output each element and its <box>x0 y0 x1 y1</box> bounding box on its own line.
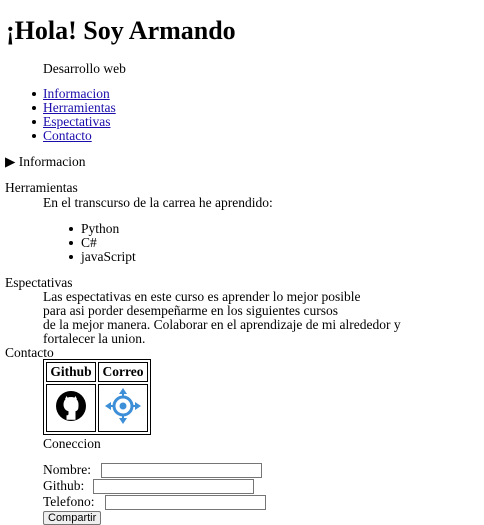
tool-item-csharp: C# <box>81 235 97 250</box>
details-summary-label: Informacion <box>18 154 86 169</box>
bullet <box>69 227 73 231</box>
nombre-input[interactable] <box>101 463 262 478</box>
tool-item-python: Python <box>81 221 120 236</box>
informacion-details-summary[interactable]: ▶ Informacion <box>5 154 86 169</box>
bullet <box>32 120 36 124</box>
nav-link-herramientas[interactable]: Herramientas <box>43 100 116 115</box>
github-icon[interactable] <box>55 390 87 422</box>
telefono-label: Telefono: <box>43 494 95 509</box>
nombre-label: Nombre: <box>43 462 91 477</box>
espectativas-line-1: Las espectativas en este curso es aprend… <box>43 289 361 304</box>
contacto-heading: Contacto <box>5 345 54 360</box>
form-heading: Coneccion <box>43 436 101 451</box>
compartir-button[interactable]: Compartir <box>43 511 102 525</box>
herramientas-heading: Herramientas <box>5 180 78 195</box>
correo-column-header: Correo <box>98 362 148 382</box>
github-link-cell[interactable] <box>46 384 96 432</box>
telefono-input[interactable] <box>105 495 266 510</box>
github-label: Github: <box>43 478 85 493</box>
disclosure-triangle-icon: ▶ <box>5 154 16 169</box>
page-subtitle: Desarrollo web <box>43 61 126 76</box>
nav-link-espectativas[interactable]: Espectativas <box>43 114 110 129</box>
herramientas-intro: En el transcurso de la carrea he aprendi… <box>43 195 273 210</box>
nav-link-contacto[interactable]: Contacto <box>43 128 92 143</box>
page-title: ¡Hola! Soy Armando <box>6 16 236 45</box>
tool-item-javascript: javaScript <box>81 249 136 264</box>
espectativas-line-3: de la mejor manera. Colaborar en el apre… <box>43 317 401 332</box>
bullet <box>32 92 36 96</box>
bullet <box>32 106 36 110</box>
bullet <box>32 134 36 138</box>
bullet <box>69 241 73 245</box>
correo-link-cell[interactable] <box>98 384 148 432</box>
bullet <box>69 255 73 259</box>
espectativas-line-4: fortalecer la union. <box>43 331 146 346</box>
nav-link-informacion[interactable]: Informacion <box>43 86 110 101</box>
contact-links-table: Github Correo <box>43 359 151 435</box>
github-column-header: Github <box>46 362 96 382</box>
espectativas-line-2: para asi porder desempeñarme en los sigu… <box>43 303 339 318</box>
correo-icon[interactable] <box>103 386 143 426</box>
github-input[interactable] <box>93 479 254 494</box>
espectativas-heading: Espectativas <box>5 275 73 290</box>
